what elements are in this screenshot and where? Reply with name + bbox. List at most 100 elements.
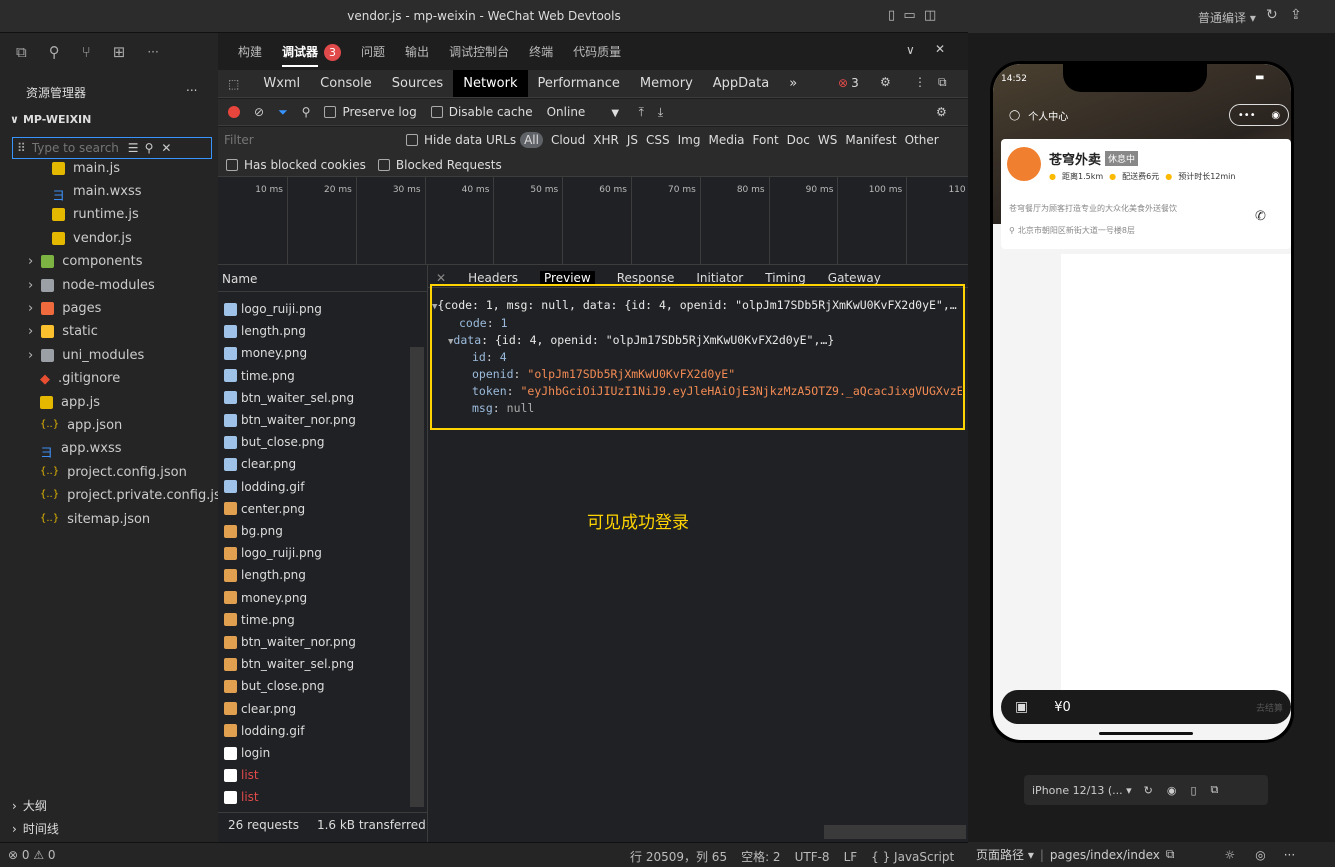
detail-tab[interactable]: Timing [765,271,806,285]
request-row[interactable]: list [224,764,259,786]
tree-item[interactable]: vendor.js [52,227,132,249]
request-row[interactable]: but_close.png [224,431,325,453]
split-icon[interactable]: ◫ [924,8,936,23]
cursor-position[interactable]: 行 20509，列 65 [630,848,727,865]
tree-item[interactable]: {..} project.private.config.js... [40,485,233,507]
request-row[interactable]: logo_ruiji.png [224,298,322,320]
filter-input[interactable] [224,133,394,147]
refresh-icon[interactable]: ↻ [1266,7,1278,23]
request-row[interactable]: btn_waiter_nor.png [224,631,356,653]
devtools-tab[interactable]: Console [310,70,382,97]
more-icon[interactable]: ··· [147,45,158,59]
eye-icon[interactable]: ◎ [1255,848,1265,862]
layout-icon[interactable]: ▯ [888,8,895,23]
page-path-label[interactable]: 页面路径 ▾ [976,846,1034,863]
disable-cache-checkbox[interactable]: Disable cache [430,105,533,119]
resource-type-filter[interactable]: Cloud [551,133,585,147]
devtools-tab[interactable]: Performance [528,70,630,97]
detail-scrollbar[interactable] [824,825,966,839]
request-row[interactable]: logo_ruiji.png [224,542,322,564]
tree-item[interactable]: {..} project.config.json [40,461,187,483]
tree-item[interactable]: app.js [40,391,100,413]
has-blocked-cookies-checkbox[interactable]: Has blocked cookies [226,158,366,172]
panel-icon[interactable]: ▭ [903,8,915,23]
tree-item[interactable]: › uni_modules [28,344,144,366]
capsule-menu[interactable]: ••• ◉ [1229,104,1289,126]
capsule-close-icon[interactable]: ◉ [1271,110,1280,121]
timeline-section[interactable]: › 时间线 [12,820,59,837]
collapse-icon[interactable]: ∨ [906,43,915,57]
request-row[interactable]: clear.png [224,698,296,720]
device-select[interactable]: iPhone 12/13 (... ▾ [1032,784,1132,797]
window-controls[interactable]: ▯ ▭ ◫ [888,8,958,23]
debug-tab[interactable]: 调试器 3 [272,43,351,67]
devtools-tab[interactable]: Network [453,70,528,97]
page-path[interactable]: pages/index/index [1050,848,1160,862]
problems-indicator[interactable]: ⊗ 0 ⚠ 0 [8,848,56,862]
files-icon[interactable]: ⧉ [16,43,27,61]
tree-item[interactable]: ヨ main.wxss [52,180,142,204]
tree-item[interactable]: › node-modules [28,274,155,296]
fuzzy-search-icon[interactable]: ⚲ [145,141,154,155]
detail-tab[interactable]: Preview [540,271,595,285]
throttle-select[interactable]: Online ▼ [547,105,625,119]
rotate-icon[interactable]: ↻ [1144,784,1153,797]
tree-item[interactable]: ヨ app.wxss [40,438,122,461]
clear-icon[interactable]: ⊘ [254,105,264,119]
request-row[interactable]: money.png [224,587,307,609]
record-button[interactable] [228,106,240,118]
network-timeline[interactable]: 10 ms 20 ms 30 ms 40 ms 50 ms 60 ms 70 ms 80 ms… [218,177,976,265]
debug-tab[interactable]: 输出 [395,43,439,60]
upload-icon[interactable]: ⇪ [1290,7,1302,23]
hide-data-urls-checkbox[interactable]: Hide data URLs [406,133,516,147]
encoding[interactable]: UTF-8 [795,850,830,864]
line-ending[interactable]: LF [844,850,858,864]
request-row[interactable]: time.png [224,365,295,387]
resource-type-filter[interactable]: WS [818,133,837,147]
debug-tab[interactable]: 调试控制台 [439,43,519,60]
filter-icon[interactable]: ☰ [128,141,139,155]
record-screen-icon[interactable]: ◉ [1167,784,1177,797]
indent-setting[interactable]: 空格: 2 [741,848,781,865]
search-network-icon[interactable]: ⚲ [302,105,311,119]
resource-type-filter[interactable]: XHR [593,133,619,147]
request-row[interactable]: money.png [224,342,307,364]
resource-type-filter[interactable]: Doc [787,133,810,147]
resource-type-filter[interactable]: Font [753,133,779,147]
phone-call-icon[interactable]: ✆ [1255,209,1266,224]
devtools-tab[interactable]: » [779,70,807,97]
debug-tab[interactable]: 代码质量 [563,43,631,60]
checkout-button[interactable]: 去结算 [1256,701,1283,714]
filter-funnel-icon[interactable]: ⏷ [278,105,288,120]
request-row[interactable]: lodding.gif [224,476,304,498]
request-row[interactable]: but_close.png [224,675,325,697]
source-control-icon[interactable]: ⑂ [82,43,91,61]
tree-item[interactable]: {..} sitemap.json [40,508,150,530]
devtools-tab[interactable]: Wxml [253,70,310,97]
resource-type-filter[interactable]: Other [905,133,939,147]
kebab-menu-icon[interactable]: ⋮ [914,75,926,89]
request-row[interactable]: login [224,742,270,764]
request-row[interactable]: btn_waiter_sel.png [224,387,354,409]
preview-root-line[interactable]: ▼{code: 1, msg: null, data: {id: 4, open… [432,298,957,312]
project-header[interactable]: ∨ MP-WEIXIN [10,113,91,126]
resource-type-filter[interactable]: Manifest [845,133,896,147]
request-row[interactable]: length.png [224,320,306,342]
bug-icon[interactable]: ☼ [1224,848,1235,862]
search-icon[interactable]: ⚲ [49,43,60,61]
compile-mode-select[interactable]: 普通编译 ▾ [1198,9,1256,26]
detail-tab[interactable]: Headers [468,271,518,285]
tree-item[interactable]: › pages [28,297,101,319]
request-row[interactable]: length.png [224,564,306,586]
close-panel-icon[interactable]: ✕ [935,42,945,56]
explorer-more-button[interactable]: ... [186,80,197,94]
request-row[interactable]: btn_waiter_nor.png [224,409,356,431]
tree-item[interactable]: ◆ .gitignore [40,368,120,390]
language-mode[interactable]: { } JavaScript [871,850,954,864]
devtools-tab[interactable]: AppData [703,70,779,97]
more-options-icon[interactable]: ··· [1284,848,1295,862]
request-list-scrollbar[interactable] [410,347,424,807]
drag-handle-icon[interactable]: ⠿ [17,141,26,155]
name-column-header[interactable]: Name [222,272,257,286]
network-settings-icon[interactable]: ⚙ [936,105,947,119]
